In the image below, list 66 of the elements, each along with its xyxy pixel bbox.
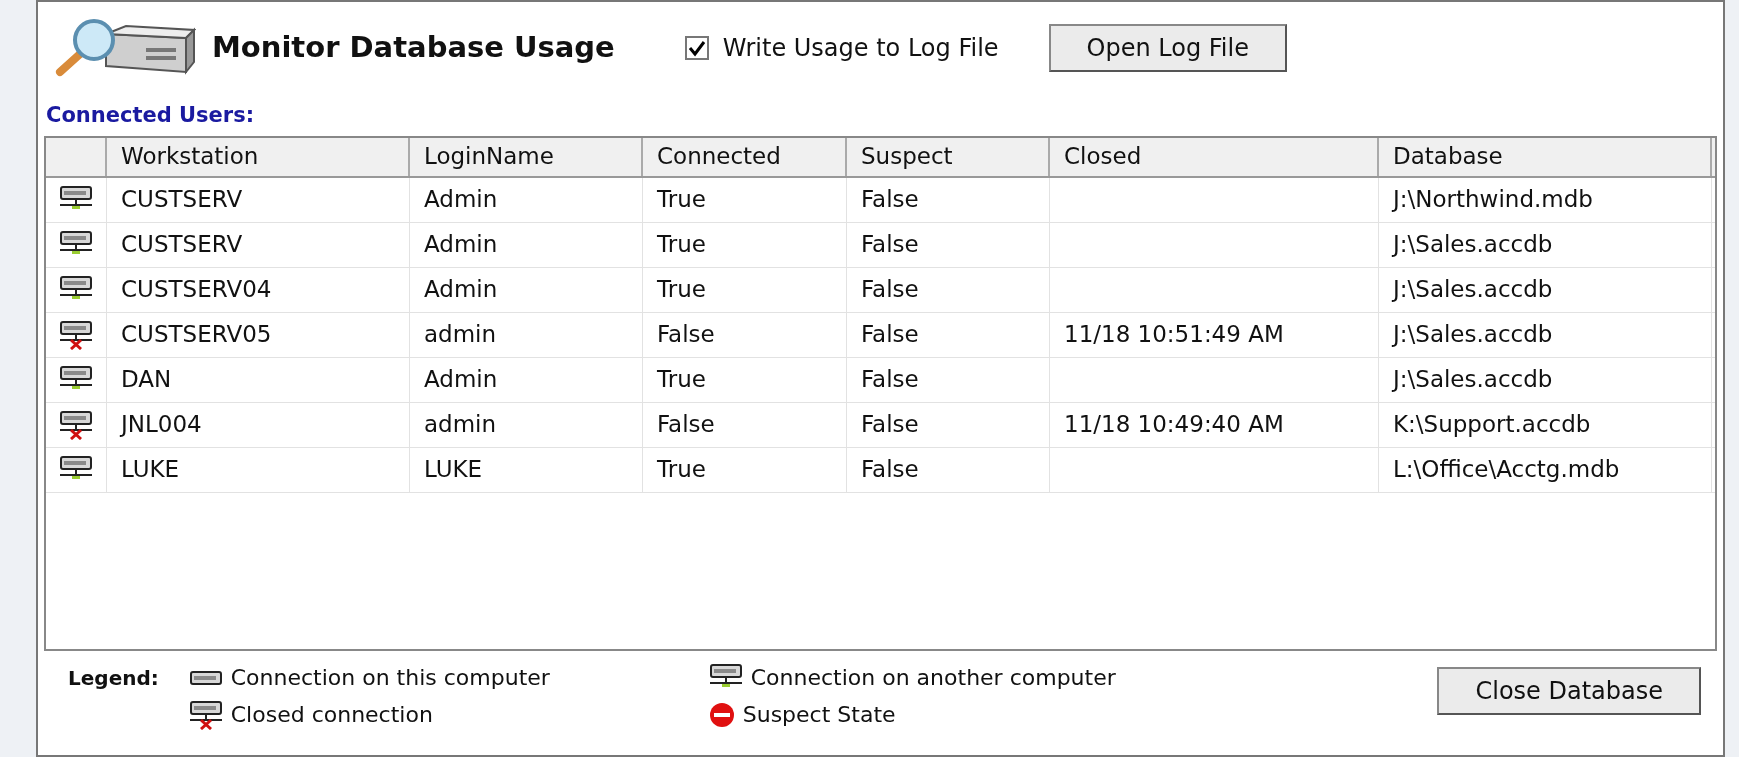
table-cell-text: admin <box>424 320 497 350</box>
table-cell-text: False <box>861 410 919 440</box>
log-checkbox[interactable]: Write Usage to Log File <box>684 30 999 66</box>
table-cell-text: CUSTSERV05 <box>121 320 272 350</box>
table-cell-text: 11/18 10:49:40 AM <box>1064 410 1284 440</box>
no-entry-icon <box>708 701 735 728</box>
column-header[interactable]: Connected <box>643 137 847 176</box>
close-database-button[interactable]: Close Database <box>1437 667 1701 715</box>
table-cell-text: CUSTSERV04 <box>121 275 272 305</box>
table-cell-text: Admin <box>424 365 498 395</box>
column-header[interactable]: Closed <box>1050 137 1379 176</box>
table-cell-text: J:\Sales.accdb <box>1393 320 1553 350</box>
closed-computer-icon <box>188 699 223 730</box>
legend-label: Legend: <box>68 665 159 692</box>
column-header[interactable]: Suspect <box>847 137 1050 176</box>
check-icon <box>687 39 706 57</box>
table-cell-text: J:\Northwind.mdb <box>1393 185 1593 215</box>
table-cell-text: LUKE <box>424 455 483 485</box>
table-cell-text: 11/18 10:51:49 AM <box>1064 320 1284 350</box>
table-cell-text: LUKE <box>121 455 180 485</box>
section-label: Connected Users: <box>46 102 256 129</box>
table-cell-text: J:\Sales.accdb <box>1393 365 1553 395</box>
table-row[interactable]: CUSTSERV Admin True False J:\Sales.accdb <box>46 222 1715 268</box>
closed-computer-icon <box>59 409 93 440</box>
closed-computer-icon <box>59 319 93 350</box>
table-cell-text: Admin <box>424 275 498 305</box>
table-cell-text: True <box>657 185 706 215</box>
table-cell-text: L:\Office\Acctg.mdb <box>1393 455 1620 485</box>
legend-text: Connection on this computer <box>230 664 550 692</box>
table-row[interactable]: CUSTSERV05 admin False False 11/18 10:51:49 AM J:\Sales.accdb <box>46 312 1715 358</box>
window-title: Monitor Database Usage <box>212 29 615 67</box>
table-cell-text: Admin <box>424 185 498 215</box>
table-cell-text: False <box>861 230 919 260</box>
table-cell-text: False <box>861 185 919 215</box>
table-cell-text: False <box>657 320 715 350</box>
table-cell-text: False <box>861 320 919 350</box>
computer-icon <box>188 669 223 686</box>
open-log-button[interactable]: Open Log File <box>1048 24 1287 72</box>
column-header[interactable]: LoginName <box>410 137 643 176</box>
table-row[interactable]: CUSTSERV Admin True False J:\Northwind.mdb <box>46 177 1715 223</box>
table-cell-text: CUSTSERV <box>121 185 243 215</box>
table-row[interactable]: DAN Admin True False J:\Sales.accdb <box>46 357 1715 403</box>
table-cell-text: DAN <box>121 365 172 395</box>
table-cell-text: False <box>657 410 715 440</box>
table-cell-text: True <box>657 365 706 395</box>
table-cell-text: True <box>657 455 706 485</box>
table-row[interactable]: LUKE LUKE True False L:\Office\Acctg.mdb <box>46 447 1715 493</box>
table-cell-text: Admin <box>424 230 498 260</box>
column-header[interactable]: Workstation <box>107 137 410 176</box>
table-cell-text: True <box>657 230 706 260</box>
column-header[interactable]: Database <box>1379 137 1712 176</box>
table-cell-text: J:\Sales.accdb <box>1393 230 1553 260</box>
table-cell-text: CUSTSERV <box>121 230 243 260</box>
table-row[interactable]: JNL004 admin False False 11/18 10:49:40 AM K:\Support.accdb <box>46 402 1715 448</box>
table-cell-text: False <box>861 275 919 305</box>
legend-text: Connection on another computer <box>750 664 1116 692</box>
table-cell-text: J:\Sales.accdb <box>1393 275 1553 305</box>
table-cell-text: K:\Support.accdb <box>1393 410 1591 440</box>
table-cell-text: False <box>861 455 919 485</box>
table-cell-text: False <box>861 365 919 395</box>
table-row[interactable]: CUSTSERV04 Admin True False J:\Sales.accdb <box>46 267 1715 313</box>
legend-text: Closed connection <box>230 701 433 729</box>
table-cell-text: True <box>657 275 706 305</box>
legend-text: Suspect State <box>742 701 896 729</box>
table-cell-text: JNL004 <box>121 410 202 440</box>
table-cell-text: admin <box>424 410 497 440</box>
